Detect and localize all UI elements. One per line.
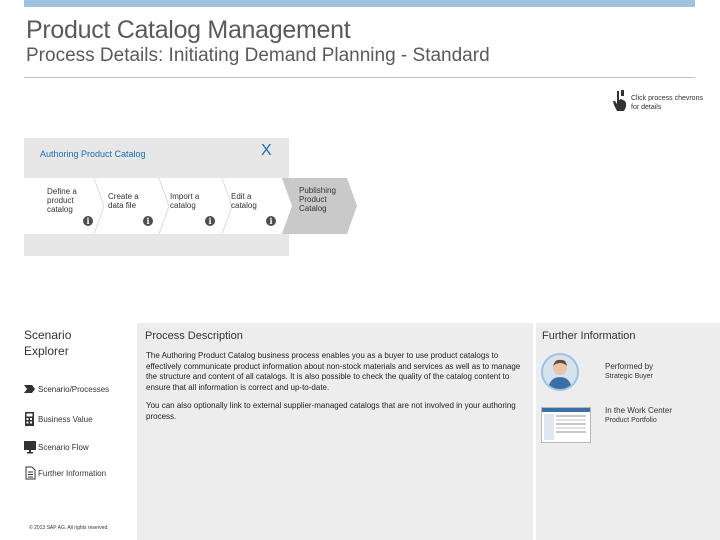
top-accent-bar [24,0,695,7]
header-divider [24,77,695,78]
document-icon [25,466,36,480]
description-paragraph-2: You can also optionally link to external… [146,401,516,421]
person-icon [548,359,572,389]
explorer-item-scenario-processes[interactable]: Scenario/Processes [24,382,109,396]
hand-pointer-icon [613,90,626,111]
explorer-item-label: Scenario/Processes [38,384,110,394]
step-label-import-catalog[interactable]: Import a catalog [170,192,204,210]
performed-by-value: Strategic Buyer [605,373,653,380]
info-icon[interactable]: i [205,216,215,226]
work-center-label: In the Work Center [605,406,672,415]
step-label-edit-catalog[interactable]: Edit a catalog [231,192,261,210]
flow-title: Authoring Product Catalog [40,149,146,159]
scenario-explorer-panel: Scenario/Processes Business Value Scenar… [24,360,134,540]
copyright: © 2013 SAP AG. All rights reserved. [29,525,109,531]
page-subtitle: Process Details: Initiating Demand Plann… [26,45,490,66]
scenario-explorer-title: Scenario Explorer [24,328,72,358]
work-center-value[interactable]: Product Portfolio [605,417,657,424]
info-icon[interactable]: i [266,216,276,226]
explorer-item-label: Scenario Flow [38,442,89,452]
hint-text: Click process chevrons for details [631,95,703,111]
explorer-item-label: Further Information [38,468,107,478]
explorer-item-scenario-flow[interactable]: Scenario Flow [24,440,89,454]
performed-by-label: Performed by [605,362,654,371]
process-icon [24,385,35,393]
explorer-item-label: Business Value [38,414,93,424]
explorer-item-business-value[interactable]: Business Value [24,412,93,426]
screenshot-icon [542,408,590,440]
monitor-icon [24,441,36,454]
avatar [541,353,579,391]
calculator-icon [25,412,34,426]
info-icon[interactable]: i [83,216,93,226]
work-center-thumbnail[interactable] [541,407,591,443]
step-label-define-catalog[interactable]: Define a product catalog [47,187,87,214]
process-description-title: Process Description [145,330,243,342]
further-information-title: Further Information [542,330,636,342]
description-paragraph-1: The Authoring Product Catalog business p… [146,351,521,392]
page-title: Product Catalog Management [26,16,351,44]
step-label-publishing-catalog[interactable]: Publishing Product Catalog [299,186,339,213]
info-icon[interactable]: i [143,216,153,226]
step-label-create-data-file[interactable]: Create a data file [108,192,144,210]
explorer-item-further-information[interactable]: Further Information [24,466,106,480]
close-icon[interactable]: X [261,142,272,160]
